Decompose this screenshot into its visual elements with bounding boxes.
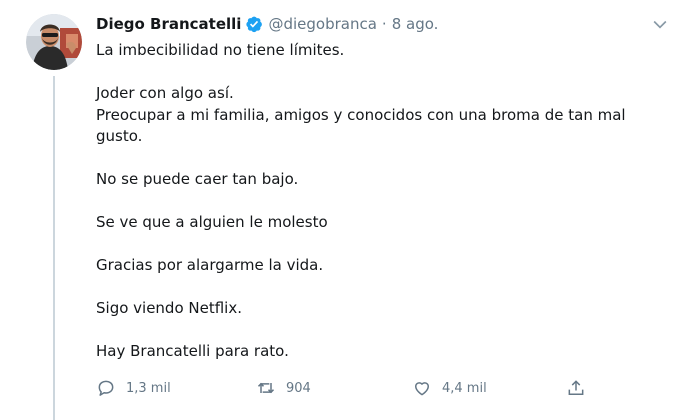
- share-icon: [568, 380, 584, 395]
- avatar[interactable]: [26, 14, 82, 70]
- tweet: Diego Brancatelli @diegobranca · 8 ago. …: [0, 0, 700, 420]
- separator-dot: ·: [381, 15, 387, 33]
- author-name[interactable]: Diego Brancatelli: [96, 15, 241, 33]
- tweet-actions: 1,3 mil 904 4,4 mil: [96, 378, 596, 408]
- share-button[interactable]: [566, 378, 586, 398]
- tweet-line-4: No se puede caer tan bajo.: [96, 170, 299, 188]
- tweet-line-2: Joder con algo así.: [96, 84, 234, 102]
- avatar-column: [26, 14, 84, 420]
- author-handle[interactable]: @diegobranca: [268, 15, 376, 33]
- retweet-count: 904: [286, 380, 311, 396]
- tweet-line-7: Sigo viendo Netflix.: [96, 299, 242, 317]
- like-icon: [415, 382, 429, 396]
- chevron-down-icon[interactable]: [650, 14, 670, 34]
- tweet-line-6: Gracias por alargarme la vida.: [96, 256, 324, 274]
- retweet-icon: [257, 382, 275, 394]
- tweet-line-8: Hay Brancatelli para rato.: [96, 342, 289, 360]
- tweet-line-3b: gusto.: [96, 127, 143, 145]
- verified-badge-icon: [246, 16, 263, 33]
- like-count: 4,4 mil: [442, 380, 487, 396]
- tweet-content: Diego Brancatelli @diegobranca · 8 ago. …: [96, 12, 676, 363]
- reply-count: 1,3 mil: [126, 380, 171, 396]
- tweet-line-1: La imbecibilidad no tiene límites.: [96, 41, 345, 59]
- reply-button[interactable]: 1,3 mil: [96, 378, 171, 398]
- thread-line: [53, 76, 55, 420]
- tweet-body: La imbecibilidad no tiene límites. Joder…: [96, 40, 676, 363]
- tweet-line-3a: Preocupar a mi familia, amigos y conocid…: [96, 105, 626, 124]
- tweet-header: Diego Brancatelli @diegobranca · 8 ago.: [96, 12, 676, 36]
- reply-icon: [98, 380, 114, 396]
- tweet-date[interactable]: 8 ago.: [392, 15, 439, 33]
- like-button[interactable]: 4,4 mil: [412, 378, 487, 398]
- retweet-button[interactable]: 904: [256, 378, 311, 398]
- tweet-line-5: Se ve que a alguien le molesto: [96, 213, 328, 231]
